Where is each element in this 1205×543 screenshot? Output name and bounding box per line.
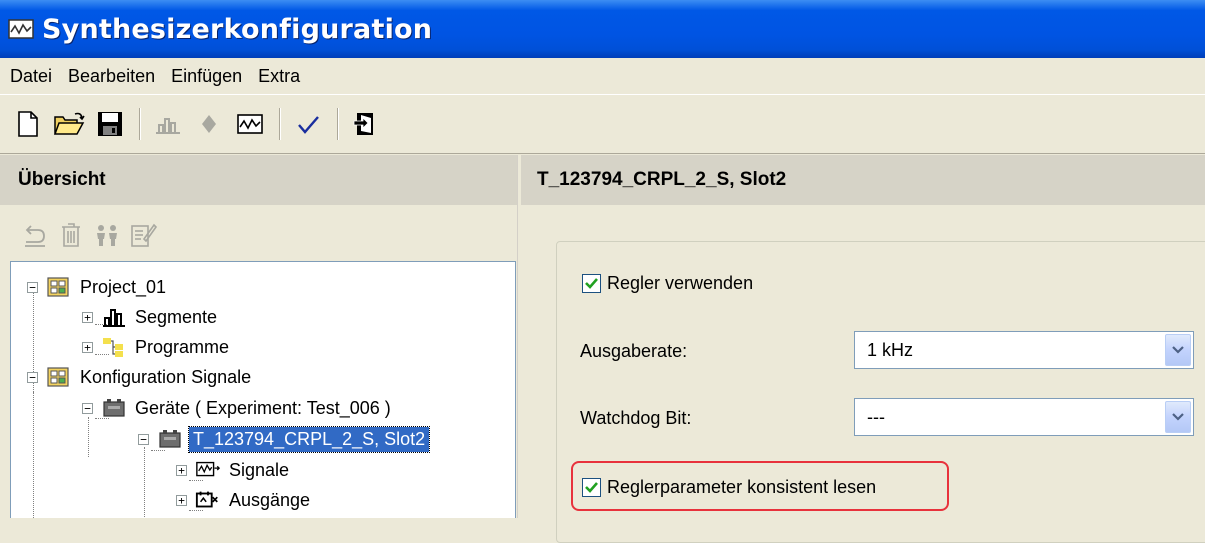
- expand-toggle[interactable]: +: [82, 311, 93, 323]
- overview-title: Übersicht: [18, 169, 106, 190]
- regler-verwenden-label: Regler verwenden: [607, 273, 754, 293]
- highlight-annotation: [571, 461, 949, 511]
- tree-label: Signale: [229, 459, 290, 480]
- tree-item-programme[interactable]: + Programme: [82, 332, 229, 362]
- menu-datei[interactable]: Datei: [0, 66, 60, 87]
- expand-toggle[interactable]: +: [82, 341, 93, 353]
- segment-chart-icon: [101, 305, 127, 329]
- overview-toolbar: [18, 215, 162, 255]
- tree-item-geraete[interactable]: − Geräte ( Experiment: Test_006 ): [82, 393, 391, 423]
- tree-item-project[interactable]: − Project_01: [27, 272, 166, 302]
- device-icon: [101, 396, 127, 420]
- tree-label: Project_01: [80, 276, 167, 297]
- menu-bearbeiten[interactable]: Bearbeiten: [60, 66, 163, 87]
- open-folder-icon: [53, 112, 85, 135]
- tree-item-segmente[interactable]: + Segmente: [82, 302, 217, 332]
- signal-icon: [237, 114, 263, 134]
- tree-item-ausgaenge[interactable]: + Ausgänge: [176, 485, 310, 515]
- watchdog-select[interactable]: ---: [854, 398, 1194, 436]
- tree-item-signale[interactable]: + Signale: [176, 455, 289, 485]
- ausgaberate-value: 1 kHz: [867, 339, 914, 360]
- synthesizer-app-icon: [8, 18, 34, 40]
- regler-verwenden-checkbox[interactable]: [582, 274, 601, 293]
- diamond-icon: [202, 115, 216, 133]
- detail-header: T_123794_CRPL_2_S, Slot2: [521, 155, 1205, 205]
- expand-toggle[interactable]: +: [176, 464, 187, 476]
- tree-label-selected: T_123794_CRPL_2_S, Slot2: [187, 425, 431, 453]
- undo-icon: [25, 225, 45, 247]
- signal-button[interactable]: [234, 108, 266, 140]
- overview-pane: Übersicht − Project_01 + Segmente + Prog…: [0, 155, 517, 518]
- collapse-toggle[interactable]: −: [138, 433, 149, 445]
- overview-tree[interactable]: − Project_01 + Segmente + Programme − Ko…: [10, 261, 516, 518]
- expand-toggle[interactable]: +: [176, 494, 187, 506]
- properties-button[interactable]: [126, 219, 160, 251]
- menu-bar: Datei Bearbeiten Einfügen Extra: [0, 58, 1205, 94]
- checkmark-icon: [585, 278, 598, 289]
- output-icon: [195, 488, 221, 512]
- collapse-toggle[interactable]: −: [82, 402, 93, 414]
- dropdown-button[interactable]: [1165, 334, 1191, 366]
- overview-header: Übersicht: [0, 155, 517, 205]
- trash-icon: [62, 223, 80, 247]
- segment-button[interactable]: [152, 108, 184, 140]
- toolbar-separator: [279, 108, 281, 140]
- window-title: Synthesizerkonfiguration: [42, 13, 433, 45]
- program-icon: [101, 335, 127, 359]
- exit-door-icon: [353, 113, 373, 135]
- device-icon: [157, 427, 183, 451]
- chevron-down-icon: [1172, 346, 1184, 354]
- watchdog-value: ---: [867, 406, 885, 427]
- delete-button[interactable]: [54, 219, 88, 251]
- tree-connector: [144, 447, 145, 518]
- toolbar-separator: [337, 108, 339, 140]
- undo-button[interactable]: [18, 219, 52, 251]
- main-toolbar: [0, 94, 1205, 154]
- chevron-down-icon: [1172, 413, 1184, 421]
- tree-label: Programme: [135, 336, 230, 357]
- tree-label: Segmente: [135, 306, 218, 327]
- check-button[interactable]: [292, 108, 324, 140]
- segment-chart-icon: [156, 118, 180, 134]
- project-icon: [46, 275, 72, 299]
- detail-title: T_123794_CRPL_2_S, Slot2: [537, 169, 787, 190]
- tree-label: Konfiguration Signale: [80, 366, 252, 387]
- signal-icon: [195, 458, 221, 482]
- tree-connector: [88, 417, 89, 457]
- dropdown-button[interactable]: [1165, 401, 1191, 433]
- new-document-button[interactable]: [12, 108, 44, 140]
- watchdog-label: Watchdog Bit:: [580, 408, 692, 428]
- project-icon: [46, 365, 72, 389]
- check-icon: [298, 116, 319, 134]
- save-button[interactable]: [94, 108, 126, 140]
- users-button[interactable]: [90, 219, 124, 251]
- tree-connector: [33, 392, 34, 518]
- ausgaberate-select[interactable]: 1 kHz: [854, 331, 1194, 369]
- collapse-toggle[interactable]: −: [27, 371, 38, 383]
- tree-item-konfiguration-signale[interactable]: − Konfiguration Signale: [27, 362, 251, 392]
- menu-einfuegen[interactable]: Einfügen: [163, 66, 250, 87]
- tree-label: Ausgänge: [229, 489, 311, 510]
- title-bar: Synthesizerkonfiguration: [0, 0, 1205, 58]
- properties-icon: [131, 223, 157, 247]
- toolbar-separator: [139, 108, 141, 140]
- users-icon: [97, 225, 117, 246]
- diamond-button[interactable]: [193, 108, 225, 140]
- exit-button[interactable]: [350, 108, 382, 140]
- save-icon: [98, 112, 122, 136]
- new-icon: [18, 111, 38, 137]
- open-button[interactable]: [53, 108, 85, 140]
- tree-label: Geräte ( Experiment: Test_006 ): [135, 397, 391, 418]
- tree-item-device-slot2[interactable]: − T_123794_CRPL_2_S, Slot2: [138, 424, 431, 454]
- collapse-toggle[interactable]: −: [27, 281, 38, 293]
- menu-extra[interactable]: Extra: [250, 66, 308, 87]
- regler-verwenden-option[interactable]: Regler verwenden: [582, 273, 753, 294]
- ausgaberate-label: Ausgaberate:: [580, 341, 688, 361]
